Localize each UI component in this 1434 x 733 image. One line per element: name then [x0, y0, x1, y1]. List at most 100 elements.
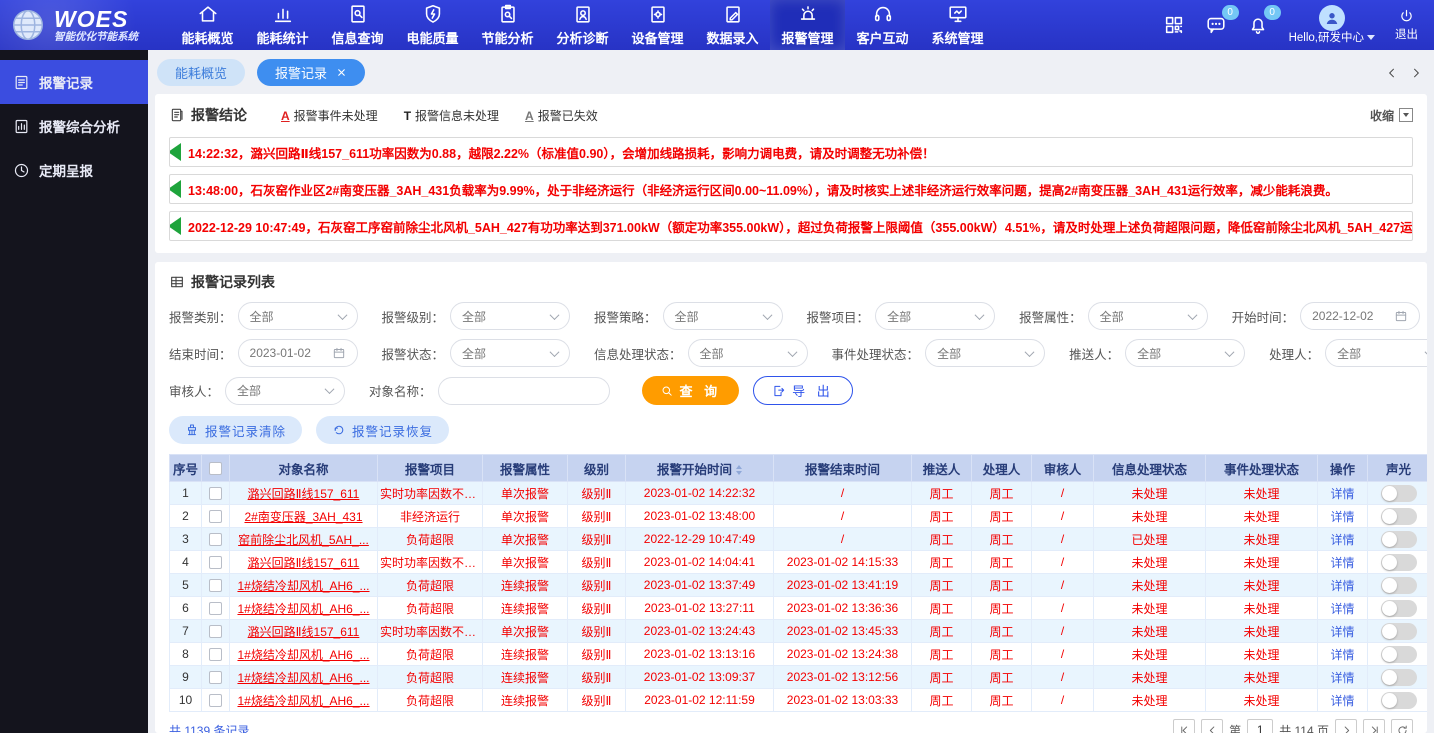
- detail-link[interactable]: 详情: [1330, 533, 1354, 547]
- column-header-6[interactable]: 报警开始时间: [626, 455, 774, 482]
- row-checkbox[interactable]: [209, 671, 222, 684]
- legend-item-2[interactable]: T报警信息未处理: [404, 107, 499, 124]
- nav-item-alarm[interactable]: 报警管理: [770, 0, 845, 50]
- date-结束时间[interactable]: 2023-01-02: [238, 339, 358, 367]
- sound-light-toggle[interactable]: [1381, 669, 1417, 686]
- row-checkbox[interactable]: [209, 579, 222, 592]
- select-推送人[interactable]: 全部: [1125, 339, 1245, 367]
- tab-2[interactable]: 报警记录: [257, 59, 365, 86]
- object-name-link[interactable]: 潞兴回路Ⅱ线157_611: [248, 487, 360, 501]
- sound-light-toggle[interactable]: [1381, 623, 1417, 640]
- sidebar-item-doc-bars[interactable]: 报警综合分析: [0, 104, 148, 148]
- action-row: 报警记录清除 报警记录恢复: [169, 416, 1413, 444]
- chevron-down-icon: [1425, 347, 1427, 357]
- qr-code-icon[interactable]: [1163, 14, 1185, 36]
- object-name-link[interactable]: 1#烧结冷却风机_AH6_...: [237, 671, 369, 685]
- sound-light-toggle[interactable]: [1381, 692, 1417, 709]
- first-page-button[interactable]: [1173, 719, 1195, 733]
- restore-records-button[interactable]: 报警记录恢复: [316, 416, 449, 444]
- row-checkbox[interactable]: [209, 487, 222, 500]
- select-报警类别[interactable]: 全部: [238, 302, 358, 330]
- legend-item-1[interactable]: A报警事件未处理: [281, 107, 378, 124]
- sidebar-item-clock[interactable]: 定期呈报: [0, 148, 148, 192]
- nav-item-shield-bolt[interactable]: 电能质量: [395, 0, 470, 50]
- detail-link[interactable]: 详情: [1330, 602, 1354, 616]
- user-menu[interactable]: Hello,研发中心: [1289, 5, 1375, 46]
- select-报警级别[interactable]: 全部: [450, 302, 570, 330]
- current-page-input[interactable]: 1: [1247, 719, 1273, 733]
- sound-light-toggle[interactable]: [1381, 531, 1417, 548]
- object-name-link[interactable]: 潞兴回路Ⅱ线157_611: [248, 625, 360, 639]
- refresh-button[interactable]: [1391, 719, 1413, 733]
- row-checkbox[interactable]: [209, 625, 222, 638]
- detail-link[interactable]: 详情: [1330, 579, 1354, 593]
- sidebar-clock-icon: [13, 162, 30, 179]
- object-name-link[interactable]: 2#南变压器_3AH_431: [244, 510, 362, 524]
- checkbox[interactable]: [209, 462, 222, 475]
- clear-records-button[interactable]: 报警记录清除: [169, 416, 302, 444]
- nav-clip-user-icon: [572, 3, 594, 25]
- sidebar-item-doc-lines[interactable]: 报警记录: [0, 60, 148, 104]
- nav-item-headset[interactable]: 客户互动: [845, 0, 920, 50]
- detail-link[interactable]: 详情: [1330, 556, 1354, 570]
- object-name-link[interactable]: 潞兴回路Ⅱ线157_611: [248, 556, 360, 570]
- logout-button[interactable]: 退出: [1395, 8, 1418, 42]
- row-checkbox[interactable]: [209, 694, 222, 707]
- messages-button[interactable]: 0: [1205, 14, 1227, 36]
- date-开始时间[interactable]: 2022-12-02: [1300, 302, 1420, 330]
- next-page-button[interactable]: [1335, 719, 1357, 733]
- object-name-link[interactable]: 1#烧结冷却风机_AH6_...: [237, 648, 369, 662]
- object-name-link[interactable]: 窑前除尘北风机_5AH_...: [238, 533, 369, 547]
- row-checkbox[interactable]: [209, 556, 222, 569]
- object-name-link[interactable]: 1#烧结冷却风机_AH6_...: [237, 602, 369, 616]
- nav-item-chart[interactable]: 能耗统计: [245, 0, 320, 50]
- nav-item-doc-search[interactable]: 信息查询: [320, 0, 395, 50]
- select-信息处理状态[interactable]: 全部: [688, 339, 808, 367]
- select-处理人[interactable]: 全部: [1325, 339, 1427, 367]
- sound-light-toggle[interactable]: [1381, 600, 1417, 617]
- row-checkbox[interactable]: [209, 648, 222, 661]
- last-page-button[interactable]: [1363, 719, 1385, 733]
- row-checkbox[interactable]: [209, 602, 222, 615]
- nav-item-home[interactable]: 能耗概览: [170, 0, 245, 50]
- notifications-button[interactable]: 0: [1247, 14, 1269, 36]
- select-报警状态[interactable]: 全部: [450, 339, 570, 367]
- tab-1[interactable]: 能耗概览: [157, 59, 245, 86]
- nav-item-clip-search[interactable]: 节能分析: [470, 0, 545, 50]
- detail-link[interactable]: 详情: [1330, 694, 1354, 708]
- select-报警项目[interactable]: 全部: [875, 302, 995, 330]
- sound-light-toggle[interactable]: [1381, 577, 1417, 594]
- select-报警策略[interactable]: 全部: [663, 302, 783, 330]
- row-checkbox[interactable]: [209, 533, 222, 546]
- detail-link[interactable]: 详情: [1330, 510, 1354, 524]
- chevron-down-icon: [762, 310, 772, 320]
- sidebar-doc-bars-icon: [13, 118, 30, 135]
- nav-item-clip-gear[interactable]: 设备管理: [620, 0, 695, 50]
- cell-project: 负荷超限: [378, 574, 483, 597]
- prev-page-button[interactable]: [1201, 719, 1223, 733]
- nav-item-clip-pencil[interactable]: 数据录入: [695, 0, 770, 50]
- detail-link[interactable]: 详情: [1330, 648, 1354, 662]
- sound-light-toggle[interactable]: [1381, 508, 1417, 525]
- query-button[interactable]: 查 询: [642, 376, 740, 405]
- export-button[interactable]: 导 出: [753, 376, 853, 405]
- select-审核人[interactable]: 全部: [225, 377, 345, 405]
- sound-light-toggle[interactable]: [1381, 554, 1417, 571]
- object-name-link[interactable]: 1#烧结冷却风机_AH6_...: [237, 579, 369, 593]
- nav-item-monitor-tool[interactable]: 系统管理: [920, 0, 995, 50]
- detail-link[interactable]: 详情: [1330, 671, 1354, 685]
- detail-link[interactable]: 详情: [1330, 487, 1354, 501]
- row-checkbox[interactable]: [209, 510, 222, 523]
- select-报警属性[interactable]: 全部: [1088, 302, 1208, 330]
- select-事件处理状态[interactable]: 全部: [925, 339, 1045, 367]
- detail-link[interactable]: 详情: [1330, 625, 1354, 639]
- legend-item-3[interactable]: A报警已失效: [525, 107, 598, 124]
- collapse-button[interactable]: 收缩: [1370, 107, 1413, 124]
- nav-item-clip-user[interactable]: 分析诊断: [545, 0, 620, 50]
- sound-light-toggle[interactable]: [1381, 485, 1417, 502]
- object-name-link[interactable]: 1#烧结冷却风机_AH6_...: [237, 694, 369, 708]
- object-name-input[interactable]: [450, 384, 598, 398]
- sound-light-toggle[interactable]: [1381, 646, 1417, 663]
- cell-attr: 单次报警: [483, 528, 568, 551]
- select-all-checkbox[interactable]: [202, 455, 230, 482]
